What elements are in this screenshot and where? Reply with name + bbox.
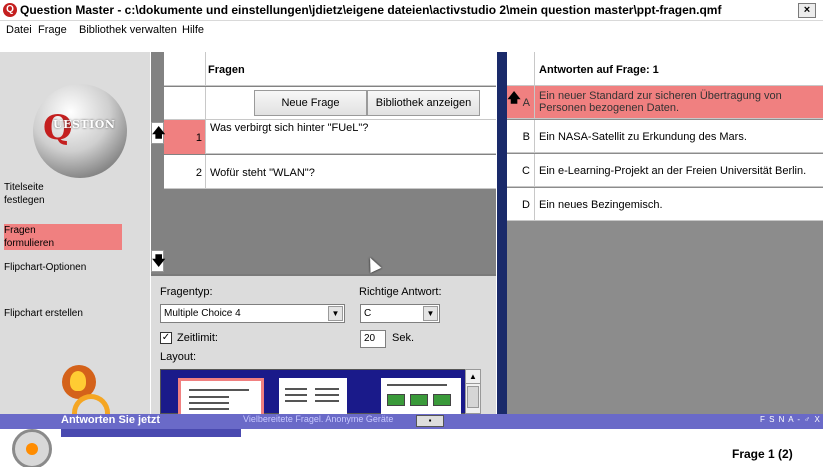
response-strip-bar (61, 429, 241, 437)
wheel-icon (12, 429, 52, 467)
sidebar-item-flipchart-optionen[interactable]: Flipchart-Optionen (4, 261, 86, 274)
sidebar-item-label: Titelseite (4, 182, 44, 193)
table-row[interactable]: 2 Wofür steht "WLAN"? (164, 155, 496, 189)
app-icon: Q (3, 3, 17, 17)
sidebar-item-label: festlegen (4, 195, 45, 206)
answer-row[interactable]: A Ein neuer Standard zur sicheren Übertr… (507, 86, 823, 119)
window-title: Question Master - c:\dokumente und einst… (20, 3, 722, 17)
seconds-unit: Sek. (392, 332, 415, 344)
question-text: Was verbirgt sich hinter "FUeL"? (210, 122, 369, 134)
table-row[interactable]: 1 Was verbirgt sich hinter "FUeL"? (164, 120, 496, 154)
scroll-thumb[interactable] (467, 386, 479, 408)
question-type-label: Fragentyp: (160, 286, 213, 298)
status-controls[interactable]: F S N A - ♂ X (760, 415, 821, 424)
answer-letter: C (507, 154, 535, 187)
title-bar: Q Question Master - c:\dokumente und ein… (0, 0, 823, 21)
answer-text: Ein neuer Standard zur sicheren Übertrag… (539, 90, 782, 114)
layout-picker (160, 369, 471, 418)
answers-header-label: Antworten auf Frage: 1 (539, 64, 659, 76)
scroll-up-icon[interactable]: ▲ (466, 370, 480, 384)
answers-panel: Antworten auf Frage: 1 A Ein neuer Stand… (507, 52, 823, 414)
question-number: 1 (164, 120, 206, 154)
logo-text: UESTION (53, 118, 116, 131)
voting-status-bar: Antworten Sie jetzt Vielbereitete Fragel… (0, 414, 823, 429)
sidebar-item-label: Fragen (4, 225, 36, 236)
layout-option-images[interactable] (381, 378, 461, 418)
chevron-down-icon: ▼ (328, 306, 343, 321)
questions-header-label: Fragen (208, 64, 245, 76)
menu-frage[interactable]: Frage (38, 24, 67, 36)
move-down-button[interactable]: 🡇 (151, 250, 165, 272)
answer-text: Ein NASA-Satellit zu Erkundung des Mars. (539, 131, 747, 143)
timelimit-checkbox[interactable]: ✓ (160, 332, 172, 344)
question-number: 2 (164, 155, 206, 189)
chevron-down-icon: ▼ (423, 306, 438, 321)
new-question-button[interactable]: Neue Frage (254, 90, 367, 116)
layout-label: Layout: (160, 351, 197, 363)
sidebar-item-flipchart-erstellen[interactable]: Flipchart erstellen (4, 307, 83, 320)
close-button[interactable]: × (798, 3, 816, 18)
questions-toolbar: Neue Frage Bibliothek anzeigen (164, 87, 496, 120)
minimize-button[interactable]: ▪ (416, 415, 444, 427)
menu-hilfe[interactable]: Hilfe (182, 24, 204, 36)
correct-answer-select[interactable]: C ▼ (360, 304, 440, 323)
sidebar-item-fragen[interactable]: Fragen formulieren (4, 224, 122, 250)
logo: Q UESTION (33, 84, 127, 178)
menu-bibliothek[interactable]: Bibliothek verwalten (79, 24, 177, 36)
layout-option-two-column[interactable] (279, 378, 347, 418)
sidebar-item-label: formulieren (4, 238, 55, 249)
answer-up-button[interactable]: 🡅 (507, 88, 521, 110)
panel-divider[interactable] (497, 52, 507, 414)
question-counter: Frage 1 (2) (732, 447, 793, 461)
question-type-value: Multiple Choice 4 (164, 308, 241, 319)
menu-datei[interactable]: Datei (6, 24, 32, 36)
answer-letter: B (507, 120, 535, 153)
answers-header: Antworten auf Frage: 1 (507, 52, 823, 86)
show-library-button[interactable]: Bibliothek anzeigen (367, 90, 480, 116)
sidebar: Q UESTION Titelseite festlegen Fragen fo… (0, 52, 150, 414)
answer-letter: D (507, 188, 535, 221)
response-strip (61, 429, 241, 437)
status-info: Vielbereitete Fragel. Anonyme Geräte (243, 414, 394, 424)
answer-text: Ein neues Bezingemisch. (539, 199, 663, 211)
sidebar-item-titelseite[interactable]: Titelseite festlegen (4, 181, 45, 207)
question-form: Fragentyp: Multiple Choice 4 ▼ Richtige … (151, 276, 496, 418)
layout-option-text[interactable] (178, 378, 264, 418)
correct-answer-value: C (364, 308, 372, 319)
move-up-button[interactable]: 🡅 (151, 122, 165, 144)
status-title: Antworten Sie jetzt (61, 414, 161, 426)
timelimit-label: Zeitlimit: (177, 332, 218, 344)
questions-header: Fragen (164, 52, 496, 86)
correct-answer-label: Richtige Antwort: (359, 286, 442, 298)
sidebar-item-label: Flipchart-Optionen (4, 262, 87, 273)
layout-scrollbar[interactable]: ▲ (465, 369, 481, 414)
answer-row[interactable]: D Ein neues Bezingemisch. (507, 188, 823, 221)
question-text: Wofür steht "WLAN"? (210, 167, 315, 179)
answer-text: Ein e-Learning-Projekt an der Freien Uni… (539, 165, 807, 177)
sidebar-item-label: Flipchart erstellen (4, 308, 83, 319)
question-type-select[interactable]: Multiple Choice 4 ▼ (160, 304, 345, 323)
seconds-input[interactable]: 20 (360, 330, 386, 348)
menu-bar: Datei Frage Bibliothek verwalten Hilfe (0, 22, 823, 39)
answer-row[interactable]: B Ein NASA-Satellit zu Erkundung des Mar… (507, 120, 823, 153)
answer-row[interactable]: C Ein e-Learning-Projekt an der Freien U… (507, 154, 823, 187)
